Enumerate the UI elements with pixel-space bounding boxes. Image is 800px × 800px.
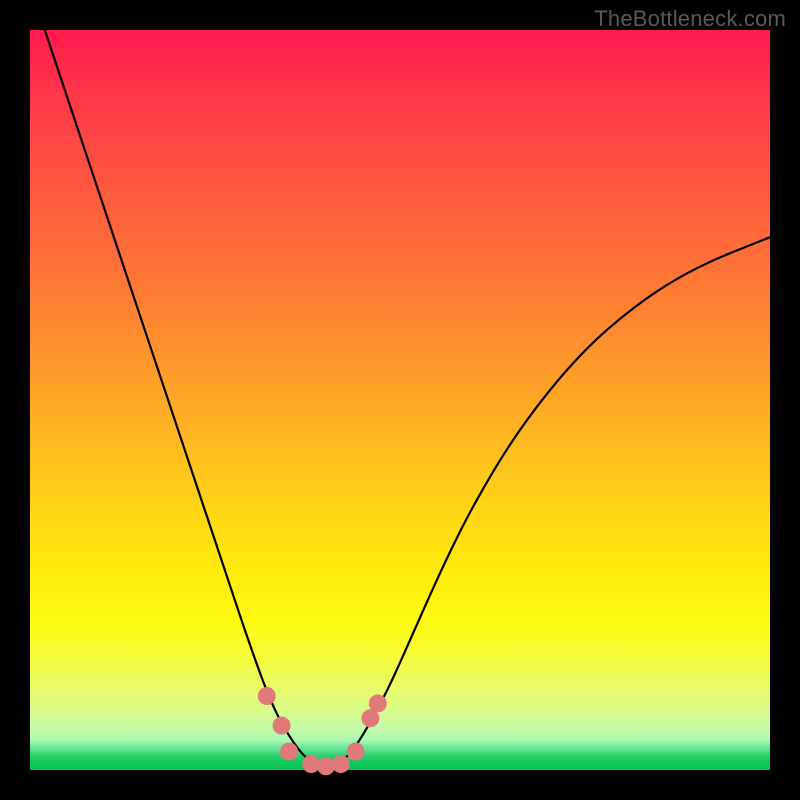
curve-marker [273,717,291,735]
curve-marker [280,743,298,761]
bottleneck-curve [45,30,770,765]
curve-markers [258,687,387,775]
watermark-text: TheBottleneck.com [594,6,786,32]
chart-svg [30,30,770,770]
curve-marker [369,694,387,712]
chart-frame: TheBottleneck.com [0,0,800,800]
curve-marker [347,743,365,761]
plot-area [30,30,770,770]
curve-marker [258,687,276,705]
curve-marker [332,755,350,773]
